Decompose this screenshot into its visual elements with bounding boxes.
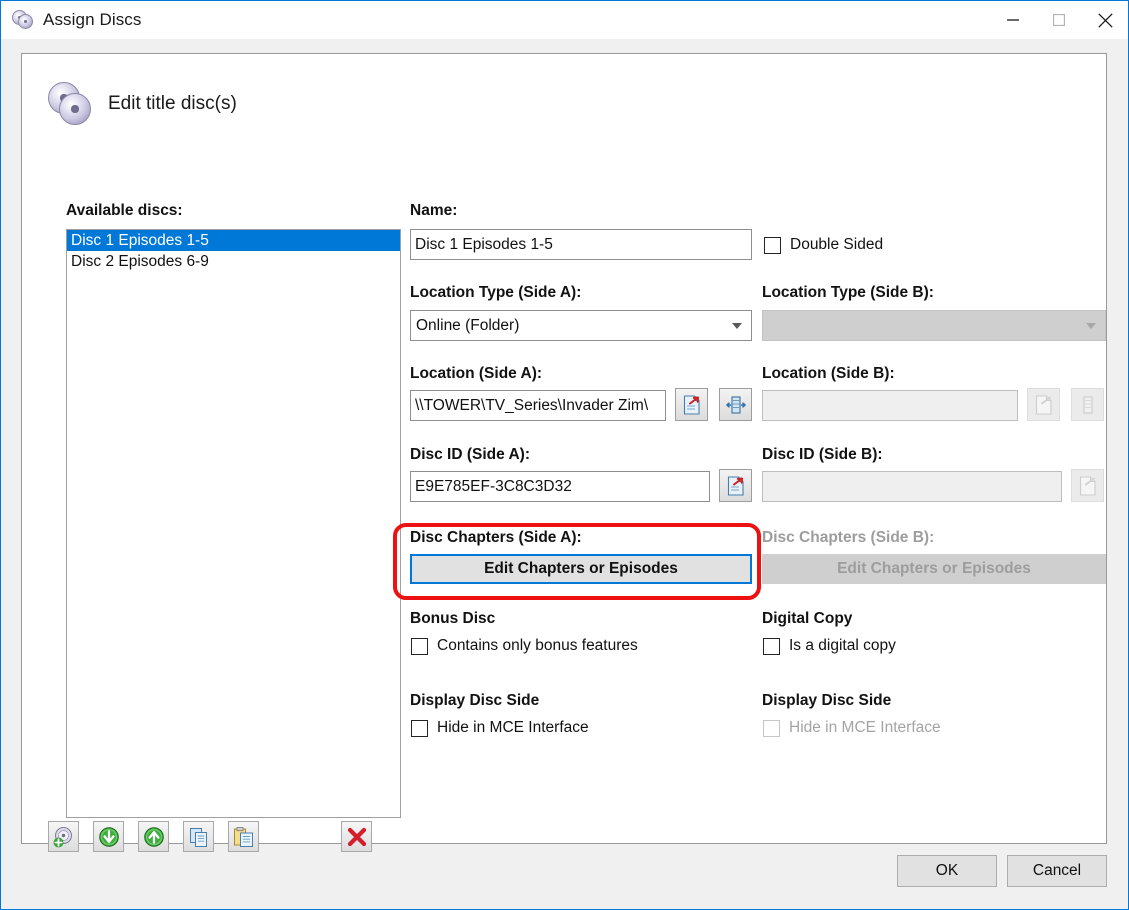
media-device-icon[interactable]	[719, 388, 752, 421]
media-device-icon	[1071, 388, 1104, 421]
close-icon[interactable]	[1082, 1, 1128, 39]
location-b-label: Location (Side B):	[762, 365, 895, 382]
name-input[interactable]: Disc 1 Episodes 1-5	[410, 229, 752, 260]
digital-copy-label: Digital Copy	[762, 610, 853, 627]
available-discs-list[interactable]: Disc 1 Episodes 1-5 Disc 2 Episodes 6-9	[66, 229, 401, 818]
add-disc-icon[interactable]	[48, 821, 79, 852]
bonus-disc-label: Bonus Disc	[410, 610, 496, 627]
move-down-icon[interactable]	[93, 821, 124, 852]
copy-icon[interactable]	[183, 821, 214, 852]
checkbox-box[interactable]	[764, 236, 781, 254]
assign-discs-window: Assign Discs Edit title disc(s) Availabl…	[0, 0, 1129, 910]
display-disc-side-b-label: Display Disc Side	[762, 692, 892, 709]
disc-id-b-label: Disc ID (Side B):	[762, 446, 883, 463]
paste-icon[interactable]	[228, 821, 259, 852]
display-disc-side-a-label: Display Disc Side	[410, 692, 540, 709]
window-title: Assign Discs	[43, 10, 142, 29]
checkbox-box[interactable]	[411, 637, 428, 655]
hide-in-mce-interface-label: Hide in MCE Interface	[437, 719, 589, 736]
discs-icon	[12, 9, 34, 31]
double-sided-checkbox[interactable]: Double Sided	[764, 236, 883, 254]
bonus-disc-checkbox-label: Contains only bonus features	[437, 637, 638, 654]
location-a-input[interactable]: \\TOWER\TV_Series\Invader Zim\	[410, 390, 666, 421]
disc-chapters-a-label: Disc Chapters (Side A):	[410, 529, 582, 546]
list-item[interactable]: Disc 2 Episodes 6-9	[67, 251, 400, 272]
available-discs-label: Available discs:	[66, 202, 183, 219]
location-type-a-select[interactable]: Online (Folder)	[410, 310, 752, 341]
location-type-b-select	[762, 310, 1106, 341]
location-type-b-label: Location Type (Side B):	[762, 284, 934, 301]
disc-id-b-input	[762, 471, 1062, 502]
checkbox-box[interactable]	[763, 637, 780, 655]
bonus-disc-checkbox[interactable]: Contains only bonus features	[411, 637, 638, 655]
cancel-button[interactable]: Cancel	[1007, 855, 1107, 887]
disc-chapters-b-label: Disc Chapters (Side B):	[762, 529, 935, 546]
location-b-input	[762, 390, 1018, 421]
digital-copy-checkbox[interactable]: Is a digital copy	[763, 637, 896, 655]
discs-icon	[46, 80, 96, 128]
browse-folder-icon[interactable]	[719, 469, 752, 502]
minimize-icon[interactable]	[990, 1, 1036, 39]
hide-in-mce-interface-checkbox-side-b: Hide in MCE Interface	[763, 719, 941, 737]
location-type-a-value: Online (Folder)	[416, 316, 520, 334]
chevron-down-icon	[732, 322, 742, 329]
checkbox-box	[763, 719, 780, 737]
name-label: Name:	[410, 202, 458, 219]
page-header: Edit title disc(s)	[46, 80, 237, 128]
hide-in-mce-interface-label-side-b: Hide in MCE Interface	[789, 719, 941, 736]
checkbox-box[interactable]	[411, 719, 428, 737]
double-sided-label: Double Sided	[790, 236, 884, 253]
disc-id-a-input[interactable]: E9E785EF-3C8C3D32	[410, 471, 710, 502]
page-title: Edit title disc(s)	[108, 93, 237, 114]
location-a-label: Location (Side A):	[410, 365, 543, 382]
disc-id-a-label: Disc ID (Side A):	[410, 446, 530, 463]
browse-folder-icon	[1071, 469, 1104, 502]
maximize-icon[interactable]	[1036, 1, 1082, 39]
browse-folder-icon[interactable]	[675, 388, 708, 421]
edit-chapters-or-episodes-button-side-b: Edit Chapters or Episodes	[762, 554, 1106, 584]
delete-icon[interactable]	[341, 821, 372, 852]
browse-folder-icon	[1027, 388, 1060, 421]
edit-chapters-or-episodes-button[interactable]: Edit Chapters or Episodes	[410, 554, 752, 584]
title-bar: Assign Discs	[1, 1, 1128, 39]
window-controls	[990, 1, 1128, 39]
ok-button[interactable]: OK	[897, 855, 997, 887]
move-up-icon[interactable]	[138, 821, 169, 852]
hide-in-mce-interface-checkbox[interactable]: Hide in MCE Interface	[411, 719, 589, 737]
digital-copy-checkbox-label: Is a digital copy	[789, 637, 896, 654]
content-panel: Edit title disc(s) Available discs: Disc…	[21, 53, 1107, 852]
location-type-a-label: Location Type (Side A):	[410, 284, 582, 301]
chevron-down-icon	[1086, 322, 1096, 329]
list-item[interactable]: Disc 1 Episodes 1-5	[67, 230, 400, 251]
